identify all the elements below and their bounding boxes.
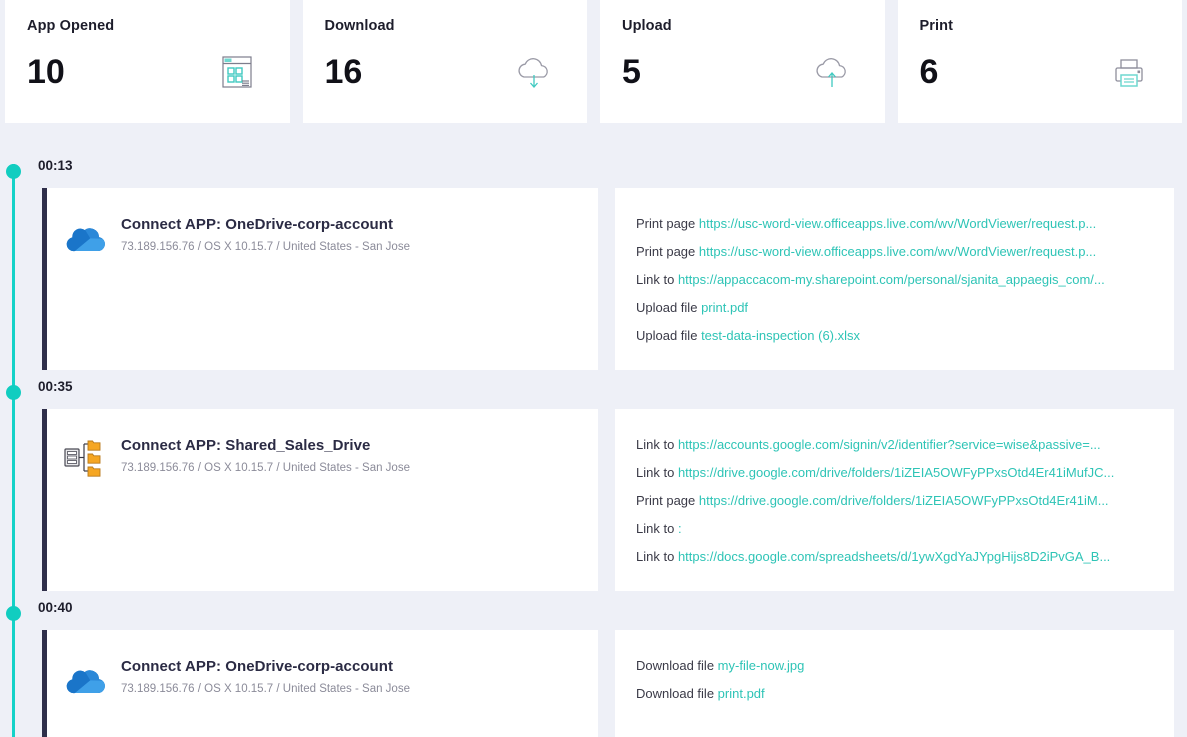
- stat-value: 10: [27, 53, 65, 91]
- timeline-timestamp: 00:13: [38, 158, 73, 173]
- activity-timeline: 00:13 Connect APP: OneDrive-corp-account: [0, 156, 1187, 737]
- stat-value: 6: [919, 53, 939, 91]
- stat-card-app-opened[interactable]: App Opened 10: [5, 0, 290, 123]
- event-label: Link to: [636, 272, 675, 287]
- timeline-entry-cards: Connect APP: OneDrive-corp-account 73.18…: [0, 630, 1187, 737]
- onedrive-cloud-icon: [62, 659, 106, 699]
- event-label: Link to: [636, 465, 675, 480]
- app-text: Connect APP: Shared_Sales_Drive 73.189.1…: [121, 436, 410, 474]
- timeline-timestamp: 00:40: [38, 600, 73, 615]
- event-label: Download file: [636, 658, 715, 673]
- onedrive-cloud-icon: [62, 217, 106, 257]
- stats-row: App Opened 10 Download 16 Upload 5 Print…: [0, 0, 1187, 123]
- stat-title: Print: [919, 18, 954, 34]
- timeline-timestamp: 00:35: [38, 379, 73, 394]
- event-label: Print page: [636, 244, 696, 259]
- stat-body: 10: [27, 49, 268, 95]
- event-target-link[interactable]: test-data-inspection (6).xlsx: [701, 328, 860, 343]
- event-row[interactable]: Download file my-file-now.jpg: [636, 658, 1156, 674]
- timeline-entry-cards: Connect APP: Shared_Sales_Drive 73.189.1…: [0, 409, 1187, 591]
- app-icon-wrap: [47, 657, 121, 699]
- app-text: Connect APP: OneDrive-corp-account 73.18…: [121, 215, 410, 253]
- timeline-entry: 00:35 Connect APP: Shared_Sales_Drive 73…: [0, 377, 1187, 591]
- timeline-dot-icon: [6, 164, 21, 179]
- stat-body: 5: [622, 49, 863, 95]
- event-row[interactable]: Download file print.pdf: [636, 686, 1156, 702]
- event-row[interactable]: Print page https://usc-word-view.officea…: [636, 244, 1156, 260]
- event-label: Link to: [636, 437, 675, 452]
- timeline-entry-cards: Connect APP: OneDrive-corp-account 73.18…: [0, 188, 1187, 370]
- app-title: Connect APP: OneDrive-corp-account: [121, 216, 394, 233]
- event-target-link[interactable]: https://drive.google.com/drive/folders/1…: [699, 493, 1109, 508]
- event-row[interactable]: Link to https://drive.google.com/drive/f…: [636, 465, 1156, 481]
- stat-title: Download: [324, 18, 395, 34]
- event-target-link[interactable]: https://appaccacom-my.sharepoint.com/per…: [678, 272, 1105, 287]
- app-session-card[interactable]: Connect APP: OneDrive-corp-account 73.18…: [42, 188, 598, 370]
- event-label: Download file: [636, 686, 715, 701]
- app-icon-wrap: [47, 436, 121, 478]
- app-meta: 73.189.156.76 / OS X 10.15.7 / United St…: [121, 683, 410, 695]
- event-label: Link to: [636, 549, 675, 564]
- event-row[interactable]: Print page https://drive.google.com/driv…: [636, 493, 1156, 509]
- event-label: Print page: [636, 493, 696, 508]
- event-target-link[interactable]: print.pdf: [718, 686, 765, 701]
- timeline-dot-icon: [6, 606, 21, 621]
- event-row[interactable]: Link to :: [636, 521, 1156, 537]
- printer-icon: [1106, 49, 1152, 95]
- app-session-card[interactable]: Connect APP: Shared_Sales_Drive 73.189.1…: [42, 409, 598, 591]
- stat-card-print[interactable]: Print 6: [897, 0, 1182, 123]
- app-title: Connect APP: Shared_Sales_Drive: [121, 437, 371, 454]
- stat-title: App Opened: [27, 18, 115, 34]
- app-icon-wrap: [47, 215, 121, 257]
- event-target-link[interactable]: print.pdf: [701, 300, 748, 315]
- event-label: Upload file: [636, 300, 698, 315]
- app-meta: 73.189.156.76 / OS X 10.15.7 / United St…: [121, 241, 410, 253]
- event-target-link[interactable]: https://usc-word-view.officeapps.live.co…: [699, 244, 1096, 259]
- app-window-icon: [214, 49, 260, 95]
- stat-card-download[interactable]: Download 16: [302, 0, 587, 123]
- event-row[interactable]: Link to https://docs.google.com/spreadsh…: [636, 549, 1156, 565]
- event-row[interactable]: Link to https://appaccacom-my.sharepoint…: [636, 272, 1156, 288]
- cloud-download-icon: [511, 49, 557, 95]
- stat-value: 16: [324, 53, 363, 91]
- timeline-entry: 00:13 Connect APP: OneDrive-corp-account: [0, 156, 1187, 370]
- stat-card-upload[interactable]: Upload 5: [600, 0, 885, 123]
- event-label: Print page: [636, 216, 696, 231]
- event-target-link[interactable]: my-file-now.jpg: [718, 658, 805, 673]
- stat-value: 5: [622, 53, 641, 91]
- event-target-link[interactable]: :: [678, 521, 682, 536]
- event-target-link[interactable]: https://docs.google.com/spreadsheets/d/1…: [678, 549, 1110, 564]
- event-label: Upload file: [636, 328, 698, 343]
- event-target-link[interactable]: https://drive.google.com/drive/folders/1…: [678, 465, 1114, 480]
- events-card: Download file my-file-now.jpg Download f…: [615, 630, 1174, 737]
- event-row[interactable]: Print page https://usc-word-view.officea…: [636, 216, 1156, 232]
- events-card: Print page https://usc-word-view.officea…: [615, 188, 1174, 370]
- event-row[interactable]: Upload file test-data-inspection (6).xls…: [636, 328, 1156, 344]
- cloud-upload-icon: [809, 49, 855, 95]
- timeline-entry: 00:40 Connect APP: OneDrive-corp-account: [0, 598, 1187, 737]
- stat-body: 16: [325, 49, 566, 95]
- app-text: Connect APP: OneDrive-corp-account 73.18…: [121, 657, 410, 695]
- timeline-dot-icon: [6, 385, 21, 400]
- event-row[interactable]: Link to https://accounts.google.com/sign…: [636, 437, 1156, 453]
- app-meta: 73.189.156.76 / OS X 10.15.7 / United St…: [121, 462, 410, 474]
- events-card: Link to https://accounts.google.com/sign…: [615, 409, 1174, 591]
- event-label: Link to: [636, 521, 675, 536]
- stat-title: Upload: [622, 18, 672, 34]
- event-target-link[interactable]: https://accounts.google.com/signin/v2/id…: [678, 437, 1101, 452]
- event-row[interactable]: Upload file print.pdf: [636, 300, 1156, 316]
- shared-drive-icon: [62, 438, 106, 478]
- stat-body: 6: [920, 49, 1161, 95]
- app-title: Connect APP: OneDrive-corp-account: [121, 658, 394, 675]
- event-target-link[interactable]: https://usc-word-view.officeapps.live.co…: [699, 216, 1096, 231]
- app-session-card[interactable]: Connect APP: OneDrive-corp-account 73.18…: [42, 630, 598, 737]
